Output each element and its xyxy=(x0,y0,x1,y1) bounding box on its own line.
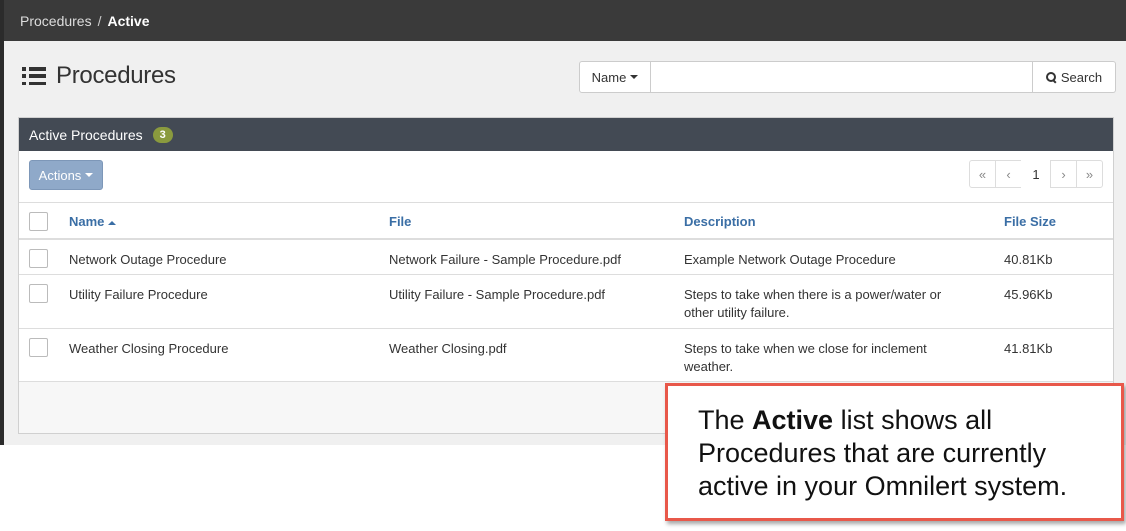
pagination: « ‹ 1 › » xyxy=(969,160,1103,188)
select-all-checkbox[interactable] xyxy=(29,212,48,231)
breadcrumb-separator: / xyxy=(97,12,102,29)
pagination-next[interactable]: › xyxy=(1050,160,1077,188)
row-checkbox[interactable] xyxy=(29,338,48,357)
breadcrumb-parent[interactable]: Procedures xyxy=(20,13,92,29)
row-name[interactable]: Network Outage Procedure xyxy=(69,238,389,275)
actions-button[interactable]: Actions xyxy=(29,160,103,190)
column-name-label: Name xyxy=(69,214,105,229)
search-icon xyxy=(1045,71,1057,83)
row-file[interactable]: Weather Closing.pdf xyxy=(389,328,684,383)
callout-bold: Active xyxy=(752,405,834,435)
search-field-label: Name xyxy=(591,69,627,85)
sort-ascending-icon xyxy=(108,220,117,225)
annotation-callout: The Active list shows all Procedures tha… xyxy=(665,383,1124,521)
table-row[interactable]: Weather Closing Procedure Weather Closin… xyxy=(19,328,1113,383)
column-header-file[interactable]: File xyxy=(389,203,684,239)
count-badge: 3 xyxy=(152,126,173,143)
app-window: Procedures / Active Procedures Name Sear… xyxy=(4,0,1126,445)
search-button-label: Search xyxy=(1060,69,1103,85)
row-file[interactable]: Network Failure - Sample Procedure.pdf xyxy=(389,238,684,275)
pagination-last[interactable]: » xyxy=(1076,160,1103,188)
row-description: Example Network Outage Procedure xyxy=(684,238,1004,275)
page-header: Procedures xyxy=(22,62,176,90)
callout-text: The Active list shows all Procedures tha… xyxy=(698,404,1101,503)
chevron-down-icon xyxy=(85,173,94,177)
search-bar: Name Search xyxy=(579,61,1116,93)
search-field-dropdown[interactable]: Name xyxy=(579,61,651,93)
column-header-description[interactable]: Description xyxy=(684,203,1004,239)
row-checkbox[interactable] xyxy=(29,284,48,303)
column-header-file-size[interactable]: File Size xyxy=(1004,203,1113,239)
callout-prefix: The xyxy=(698,405,753,435)
page-title: Procedures xyxy=(56,62,176,89)
table-row[interactable]: Utility Failure Procedure Utility Failur… xyxy=(19,274,1113,329)
column-header-name[interactable]: Name xyxy=(69,203,389,239)
pagination-prev[interactable]: ‹ xyxy=(995,160,1022,188)
row-file-size: 45.96Kb xyxy=(1004,274,1113,329)
actions-label: Actions xyxy=(38,167,82,183)
row-select-cell xyxy=(19,238,69,275)
select-all-cell xyxy=(19,203,69,239)
row-select-cell xyxy=(19,328,69,383)
procedures-table: Name File Description File Size Network … xyxy=(19,202,1113,383)
row-description: Steps to take when we close for inclemen… xyxy=(684,328,1004,383)
panel-title: Active Procedures xyxy=(29,126,143,143)
list-icon xyxy=(22,67,46,85)
row-file[interactable]: Utility Failure - Sample Procedure.pdf xyxy=(389,274,684,329)
pagination-first[interactable]: « xyxy=(969,160,996,188)
search-input[interactable] xyxy=(651,61,1033,93)
row-file-size: 40.81Kb xyxy=(1004,238,1113,275)
panel-header: Active Procedures 3 xyxy=(19,118,1113,151)
row-select-cell xyxy=(19,274,69,329)
table-header-row: Name File Description File Size xyxy=(19,202,1113,239)
breadcrumb-current: Active xyxy=(107,12,150,29)
chevron-down-icon xyxy=(630,75,639,79)
pagination-current-page[interactable]: 1 xyxy=(1021,160,1051,188)
table-row[interactable]: Network Outage Procedure Network Failure… xyxy=(19,238,1113,275)
search-button[interactable]: Search xyxy=(1033,61,1116,93)
row-name[interactable]: Weather Closing Procedure xyxy=(69,328,389,383)
row-description: Steps to take when there is a power/wate… xyxy=(684,274,1004,329)
breadcrumb: Procedures / Active xyxy=(4,0,1126,41)
row-file-size: 41.81Kb xyxy=(1004,328,1113,383)
row-name[interactable]: Utility Failure Procedure xyxy=(69,274,389,329)
row-checkbox[interactable] xyxy=(29,248,48,268)
